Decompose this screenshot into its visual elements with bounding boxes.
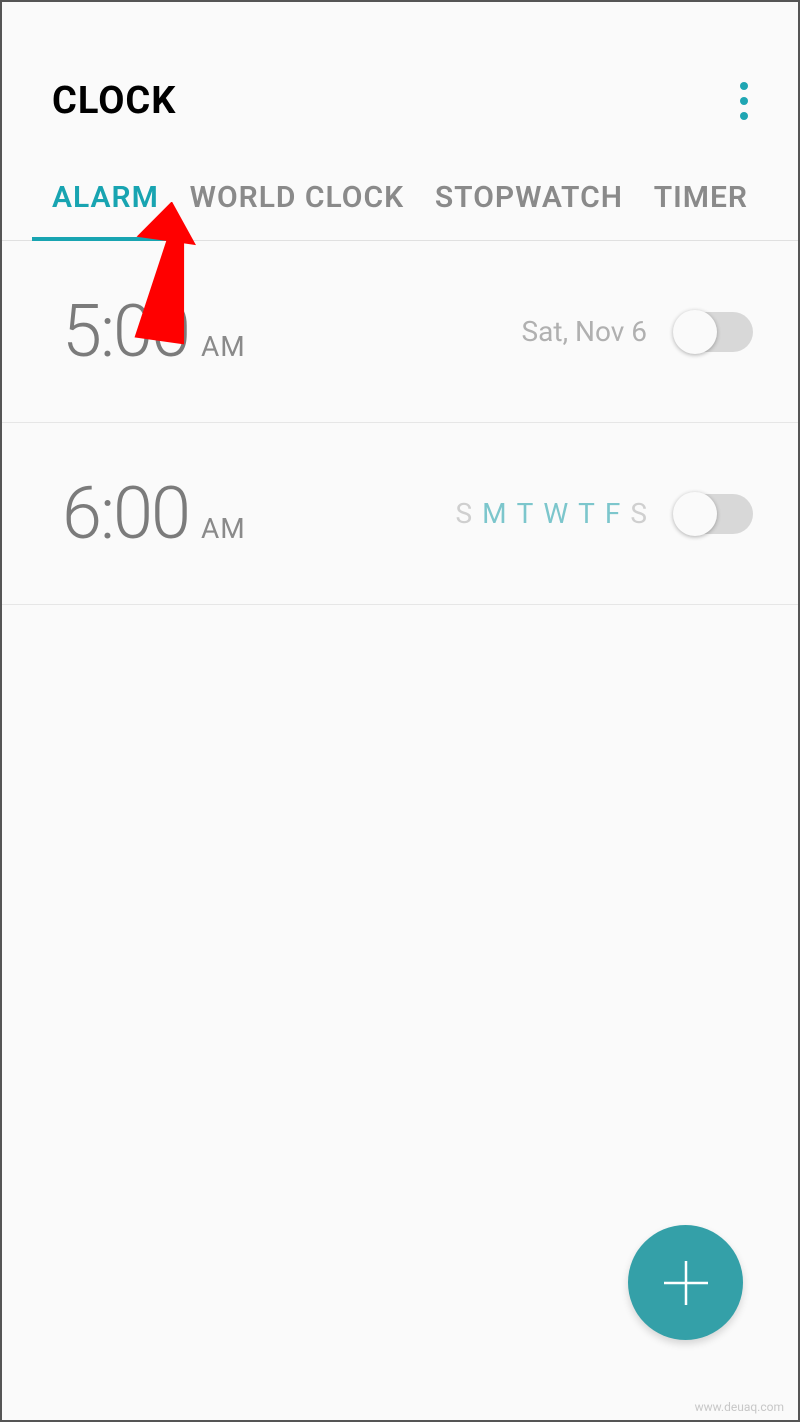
- alarm-repeat-days: S M T W T F S: [246, 497, 675, 530]
- alarm-list: 5:00 AM Sat, Nov 6 6:00 AM S M T W T F: [2, 241, 798, 605]
- alarm-time-block: 5:00 AM: [62, 289, 246, 374]
- watermark-text: www.deuaq.com: [695, 1400, 784, 1414]
- app-header: CLOCK: [2, 2, 798, 160]
- toggle-knob: [673, 492, 717, 536]
- day-mon: M: [482, 497, 506, 530]
- day-fri: F: [605, 497, 620, 530]
- tab-alarm[interactable]: ALARM: [52, 180, 159, 240]
- alarm-time: 6:00: [62, 471, 189, 556]
- day-sun: S: [456, 497, 473, 530]
- alarm-row[interactable]: 6:00 AM S M T W T F S: [2, 423, 798, 605]
- clock-app-screen: CLOCK ALARM WORLD CLOCK STOPWATCH TIMER …: [0, 0, 800, 1422]
- alarm-time-block: 6:00 AM: [62, 471, 246, 556]
- alarm-toggle[interactable]: [675, 494, 753, 534]
- tab-world-clock[interactable]: WORLD CLOCK: [190, 180, 405, 240]
- day-sat: S: [630, 497, 647, 530]
- day-wed: W: [543, 497, 568, 530]
- app-title: CLOCK: [52, 79, 176, 123]
- add-alarm-button[interactable]: [628, 1225, 743, 1340]
- tab-stopwatch[interactable]: STOPWATCH: [435, 180, 623, 240]
- tab-bar: ALARM WORLD CLOCK STOPWATCH TIMER: [2, 160, 798, 241]
- toggle-knob: [673, 310, 717, 354]
- alarm-ampm: AM: [201, 512, 246, 545]
- alarm-row[interactable]: 5:00 AM Sat, Nov 6: [2, 241, 798, 423]
- day-tue: T: [517, 497, 534, 530]
- alarm-time: 5:00: [62, 289, 189, 374]
- alarm-ampm: AM: [201, 330, 246, 363]
- alarm-date: Sat, Nov 6: [246, 315, 675, 348]
- alarm-toggle[interactable]: [675, 312, 753, 352]
- plus-icon: [660, 1257, 712, 1309]
- more-options-icon[interactable]: [730, 72, 758, 130]
- tab-timer[interactable]: TIMER: [654, 180, 748, 240]
- day-thu: T: [578, 497, 595, 530]
